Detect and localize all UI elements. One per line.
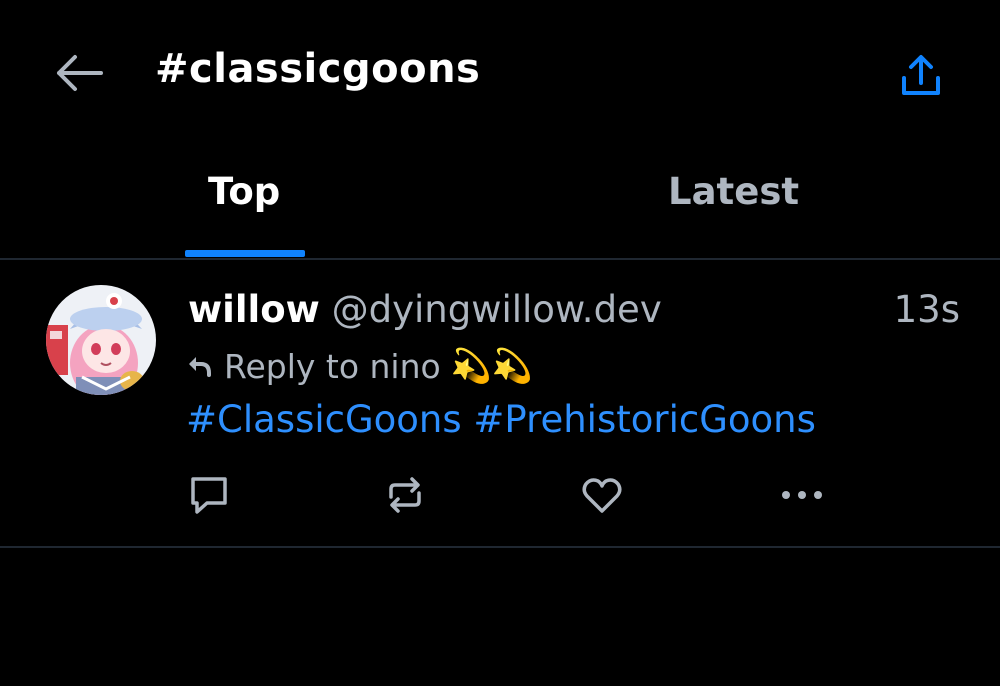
- arrow-left-icon: [57, 55, 103, 91]
- header: #classicgoons: [0, 0, 1000, 140]
- post-timestamp: 13s: [893, 288, 960, 331]
- repost-button[interactable]: [380, 470, 430, 520]
- tab-bar: Top Latest: [0, 150, 1000, 260]
- share-upload-icon: [902, 55, 940, 95]
- avatar[interactable]: [46, 285, 156, 395]
- page-title: #classicgoons: [155, 46, 481, 92]
- author-handle[interactable]: @dyingwillow.dev: [332, 288, 662, 331]
- repost-icon: [389, 477, 421, 513]
- hashtag-link[interactable]: #ClassicGoons: [186, 398, 462, 441]
- like-button[interactable]: [577, 470, 627, 520]
- reply-button[interactable]: [184, 470, 234, 520]
- share-button[interactable]: [893, 48, 949, 104]
- active-tab-indicator: [185, 250, 305, 257]
- reply-icon: [191, 477, 227, 514]
- back-button[interactable]: [50, 50, 108, 96]
- reply-emoji: 💫💫: [450, 346, 533, 385]
- tab-latest[interactable]: Latest: [668, 170, 799, 213]
- author-line: willow @dyingwillow.dev: [188, 288, 662, 331]
- hashtag-link[interactable]: #PrehistoricGoons: [473, 398, 816, 441]
- reply-indicator[interactable]: Reply to nino 💫💫: [186, 346, 533, 386]
- reply-to-text: Reply to nino: [224, 346, 441, 386]
- tab-top[interactable]: Top: [208, 170, 280, 213]
- avatar-image: [46, 285, 156, 395]
- more-options-button[interactable]: [777, 470, 827, 520]
- more-icon: [782, 491, 822, 499]
- post-text: #ClassicGoons #PrehistoricGoons: [186, 398, 816, 441]
- author-name[interactable]: willow: [188, 288, 320, 331]
- post[interactable]: willow @dyingwillow.dev 13s Reply to nin…: [0, 260, 1000, 548]
- like-icon: [582, 478, 622, 513]
- post-actions: [0, 470, 1000, 520]
- reply-arrow-icon: [189, 357, 211, 377]
- hashtag-feed-screen: #classicgoons Top Latest willow @dyingwi…: [0, 0, 1000, 686]
